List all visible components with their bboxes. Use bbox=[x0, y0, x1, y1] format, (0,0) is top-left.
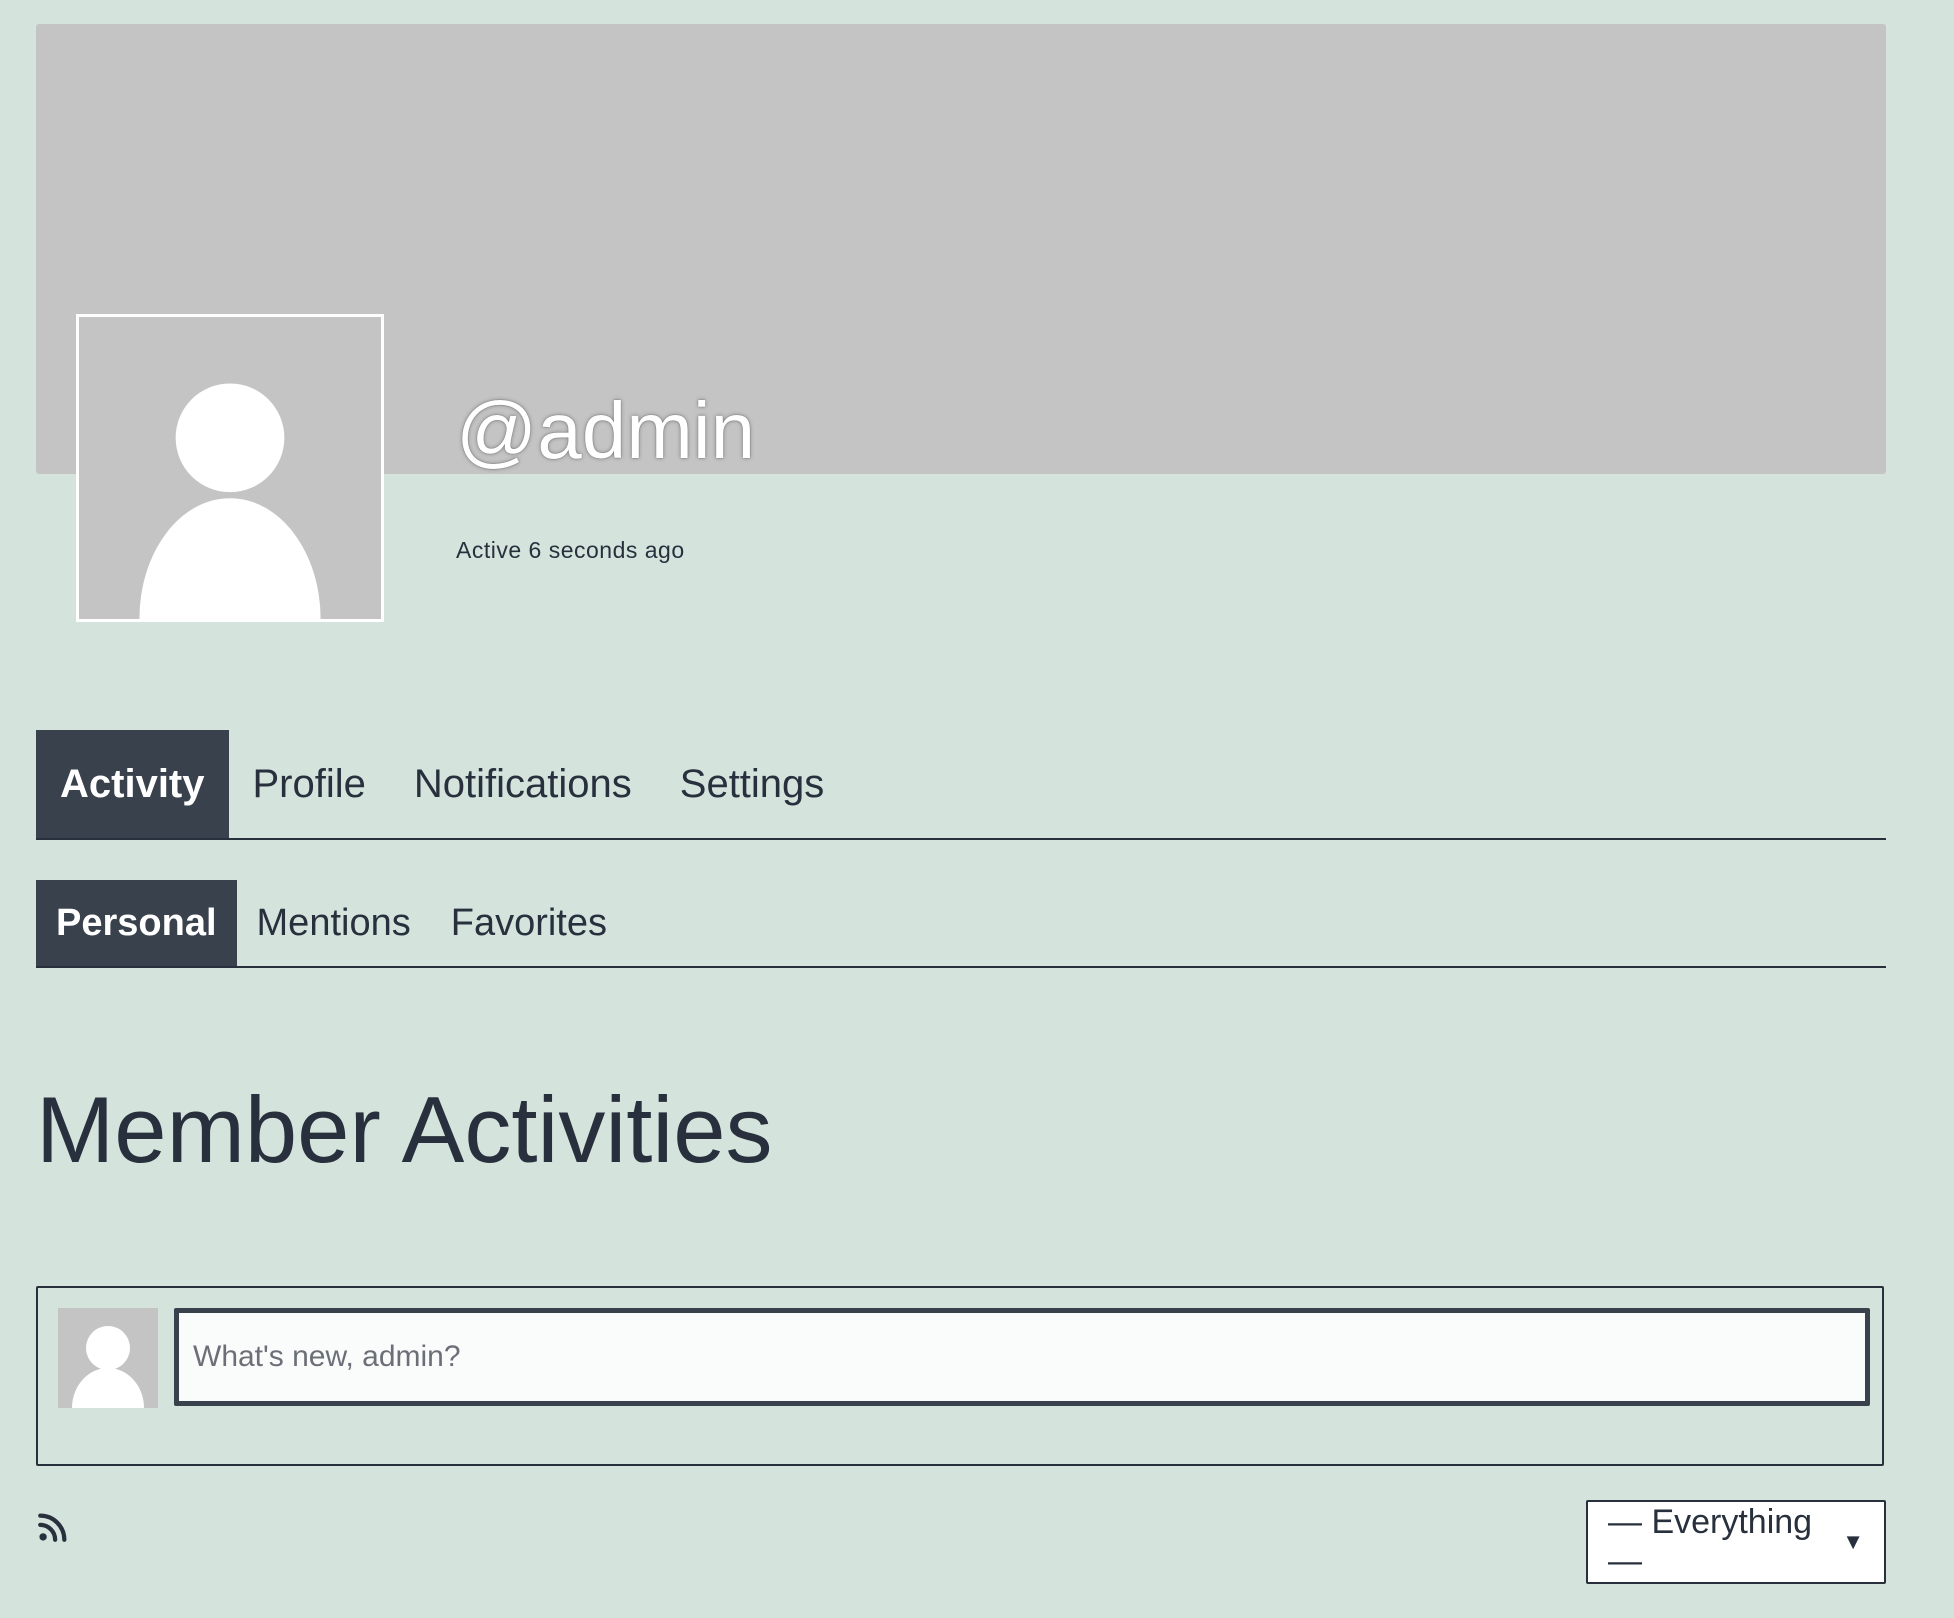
tab-settings[interactable]: Settings bbox=[656, 730, 849, 838]
tab-notifications[interactable]: Notifications bbox=[390, 730, 656, 838]
activity-post-form bbox=[36, 1286, 1884, 1466]
filter-selected-value: — Everything — bbox=[1608, 1503, 1813, 1580]
tab-activity[interactable]: Activity bbox=[36, 730, 229, 838]
page-title: Member Activities bbox=[36, 1077, 773, 1182]
rss-feed-icon[interactable] bbox=[36, 1510, 70, 1544]
caret-down-icon: ▼ bbox=[1842, 1529, 1864, 1554]
last-active-status: Active 6 seconds ago bbox=[456, 537, 685, 563]
default-avatar-icon bbox=[79, 317, 381, 619]
whats-new-input[interactable] bbox=[174, 1308, 1870, 1406]
activity-subnav: Personal Mentions Favorites bbox=[36, 880, 1886, 968]
activity-filter-select[interactable]: — Everything — ▼ bbox=[1586, 1500, 1886, 1584]
profile-username: @admin bbox=[456, 386, 756, 475]
profile-avatar[interactable] bbox=[76, 314, 384, 622]
subtab-mentions[interactable]: Mentions bbox=[237, 880, 431, 966]
subtab-personal[interactable]: Personal bbox=[36, 880, 237, 966]
subtab-favorites[interactable]: Favorites bbox=[431, 880, 627, 966]
profile-primary-nav: Activity Profile Notifications Settings bbox=[36, 730, 1886, 840]
default-avatar-icon bbox=[58, 1308, 158, 1408]
post-form-avatar bbox=[58, 1308, 158, 1408]
tab-profile[interactable]: Profile bbox=[229, 730, 390, 838]
